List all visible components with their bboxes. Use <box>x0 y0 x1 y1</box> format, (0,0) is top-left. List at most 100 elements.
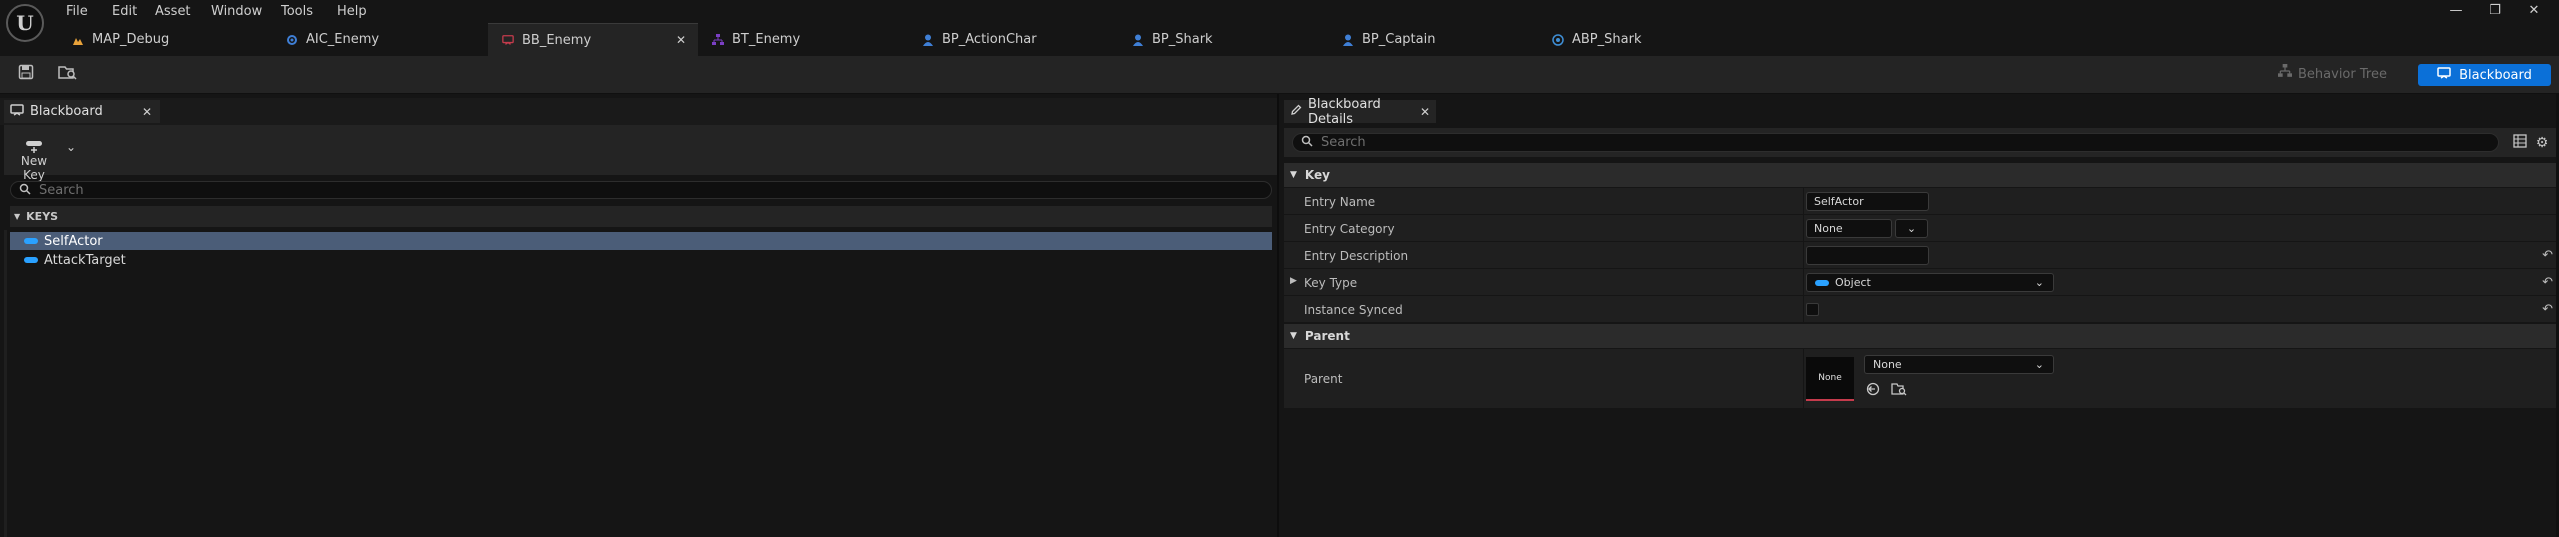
keys-header-label: KEYS <box>26 210 59 223</box>
logo-text: U <box>16 11 34 35</box>
new-key-icon <box>10 134 58 154</box>
blueprint-person-icon <box>922 34 934 46</box>
blueprint-person-icon <box>1342 34 1354 46</box>
close-window-button[interactable]: ✕ <box>2519 2 2549 20</box>
minimize-button[interactable]: — <box>2441 2 2471 20</box>
tab-bp-captain[interactable]: BP_Captain <box>1328 23 1538 56</box>
toolbar <box>0 56 2559 94</box>
object-key-icon <box>24 257 38 263</box>
collapse-arrow-icon: ▼ <box>1290 170 1297 180</box>
details-search-input[interactable]: Search <box>1292 133 2499 152</box>
close-icon[interactable]: ✕ <box>142 105 152 119</box>
tab-bt-enemy[interactable]: BT_Enemy <box>698 23 908 56</box>
menu-help[interactable]: Help <box>337 3 367 21</box>
new-key-toolbar <box>4 125 1277 175</box>
key-row-attacktarget[interactable]: AttackTarget <box>10 251 1272 269</box>
tab-bp-actionchar[interactable]: BP_ActionChar <box>908 23 1118 56</box>
entry-name-row: Entry Name SelfActor <box>1284 188 2559 215</box>
tab-aic-enemy[interactable]: AIC_Enemy <box>272 23 488 56</box>
save-icon[interactable] <box>17 64 35 82</box>
key-name: AttackTarget <box>44 252 126 268</box>
key-category-label: Key <box>1304 168 1330 182</box>
maximize-button[interactable]: ❐ <box>2480 2 2510 20</box>
anim-blueprint-icon <box>1552 33 1564 46</box>
entry-name-label: Entry Name <box>1304 195 1376 209</box>
blackboard-panel-tabbar <box>0 98 1277 125</box>
tab-bp-shark[interactable]: BP_Shark <box>1118 23 1328 56</box>
key-category-header[interactable]: ▼ Key <box>1284 163 2559 187</box>
parent-asset-thumbnail[interactable]: None <box>1806 357 1854 401</box>
behavior-tree-mode-label: Behavior Tree <box>2298 67 2387 82</box>
entry-category-field[interactable]: None <box>1806 219 1892 238</box>
entry-description-field[interactable] <box>1806 246 1929 265</box>
browse-asset-icon[interactable] <box>1891 382 1907 399</box>
parent-row: Parent None None ⌄ <box>1284 349 2559 409</box>
key-type-dropdown[interactable]: Object ⌄ <box>1806 273 2054 292</box>
tab-label: BT_Enemy <box>732 32 801 47</box>
object-key-icon <box>1815 279 1829 286</box>
menu-window[interactable]: Window <box>211 3 262 21</box>
menu-file[interactable]: File <box>66 3 88 21</box>
key-row-selfactor[interactable]: SelfActor <box>10 232 1272 250</box>
close-icon[interactable]: ✕ <box>676 33 686 47</box>
map-icon <box>72 34 84 46</box>
settings-gear-icon[interactable]: ⚙ <box>2533 134 2551 152</box>
new-key-button[interactable]: New Key <box>10 134 58 182</box>
new-key-label: New Key <box>20 154 48 182</box>
blackboard-icon <box>10 103 24 120</box>
object-key-icon <box>24 238 38 244</box>
parent-value: None <box>1873 358 1902 371</box>
parent-category-header[interactable]: ▼ Parent <box>1284 324 2559 348</box>
behavior-tree-icon <box>2278 64 2292 86</box>
menu-edit[interactable]: Edit <box>112 3 137 21</box>
tab-abp-shark[interactable]: ABP_Shark <box>1538 23 1748 56</box>
tab-label: BP_Shark <box>1152 32 1213 47</box>
instance-synced-row: Instance Synced ↶ <box>1284 296 2559 323</box>
instance-synced-checkbox[interactable] <box>1806 303 1819 316</box>
parent-label: Parent <box>1304 372 1343 386</box>
parent-asset-dropdown[interactable]: None ⌄ <box>1864 355 2054 374</box>
tab-map-debug[interactable]: MAP_Debug <box>58 23 268 56</box>
key-type-label: Key Type <box>1304 276 1358 290</box>
table-view-icon[interactable] <box>2511 134 2529 152</box>
tab-bb-enemy[interactable]: BB_Enemy ✕ <box>488 23 698 56</box>
ai-controller-icon <box>286 34 298 46</box>
chevron-down-icon: ⌄ <box>2034 276 2044 289</box>
pencil-icon <box>1290 104 1302 120</box>
chevron-down-icon[interactable]: ⌄ <box>66 140 76 154</box>
blackboard-mode-button[interactable]: Blackboard <box>2418 64 2551 86</box>
chevron-down-icon: ⌄ <box>2034 358 2044 371</box>
column-divider <box>1803 242 1804 268</box>
tab-label: Blackboard <box>30 104 103 119</box>
key-type-row: ▶ Key Type Object ⌄ ↶ <box>1284 269 2559 296</box>
tab-label: AIC_Enemy <box>306 32 380 47</box>
browse-icon[interactable] <box>58 64 77 82</box>
entry-category-dropdown[interactable]: ⌄ <box>1895 219 1928 238</box>
entry-category-label: Entry Category <box>1304 222 1395 236</box>
tab-label: ABP_Shark <box>1572 32 1642 47</box>
panel-edge <box>4 230 7 537</box>
parent-category-label: Parent <box>1304 329 1350 343</box>
close-icon[interactable]: ✕ <box>1420 105 1430 119</box>
reset-to-default-icon[interactable]: ↶ <box>2542 275 2553 290</box>
expand-arrow-icon[interactable]: ▶ <box>1290 276 1297 286</box>
keys-category-header[interactable]: ▼ KEYS <box>10 206 1272 227</box>
blueprint-person-icon <box>1132 34 1144 46</box>
unreal-logo-icon[interactable]: U <box>6 4 44 42</box>
reset-to-default-icon[interactable]: ↶ <box>2542 302 2553 317</box>
behavior-tree-mode-button[interactable]: Behavior Tree <box>2278 64 2387 86</box>
entry-name-field[interactable]: SelfActor <box>1806 192 1929 211</box>
search-icon <box>1301 135 1313 150</box>
reset-to-default-icon[interactable]: ↶ <box>2542 248 2553 263</box>
tab-blackboard-details[interactable]: Blackboard Details ✕ <box>1284 97 1436 127</box>
menu-tools[interactable]: Tools <box>281 3 313 21</box>
use-selected-asset-icon[interactable] <box>1866 382 1880 400</box>
tab-blackboard[interactable]: Blackboard ✕ <box>4 100 160 123</box>
entry-description-label: Entry Description <box>1304 249 1409 263</box>
search-placeholder: Search <box>1321 135 1366 150</box>
menu-asset[interactable]: Asset <box>155 3 191 21</box>
instance-synced-label: Instance Synced <box>1304 303 1403 317</box>
column-divider <box>1803 349 1804 408</box>
keys-search-input[interactable]: Search <box>10 181 1272 199</box>
tab-label: MAP_Debug <box>92 32 170 47</box>
